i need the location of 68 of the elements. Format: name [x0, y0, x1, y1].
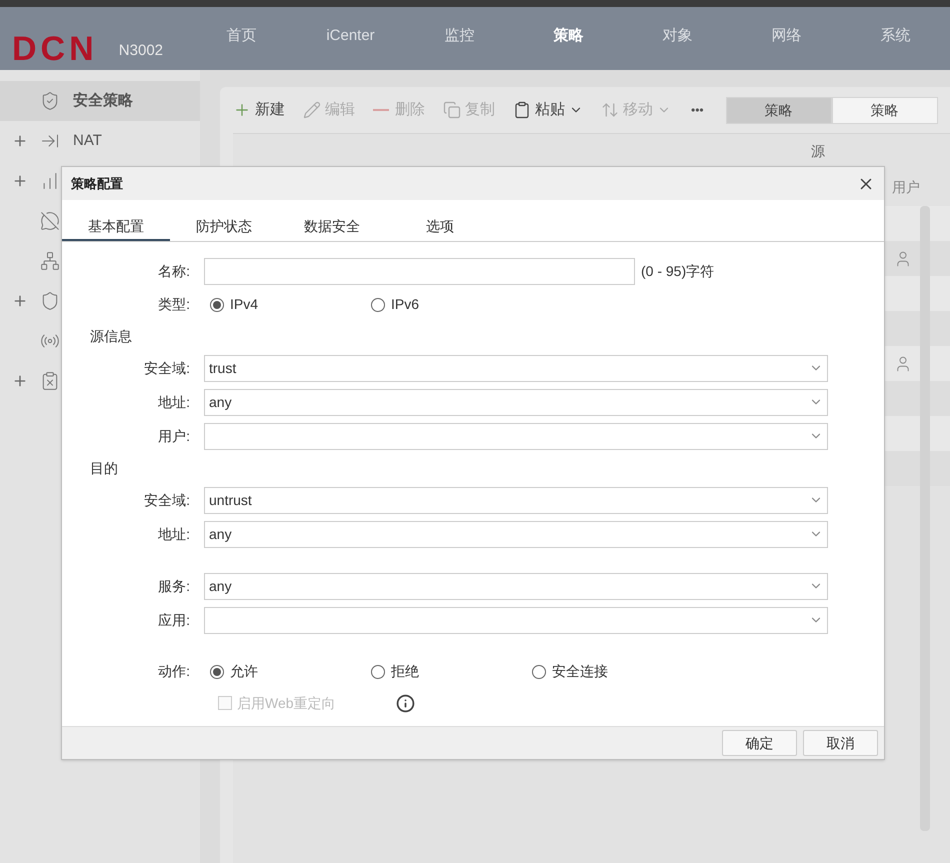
field-label: 用户:: [157, 426, 191, 446]
column-group-header: 源: [811, 142, 825, 160]
column-header: 用户: [892, 178, 920, 196]
select-field[interactable]: trust: [204, 354, 828, 382]
select-field[interactable]: [204, 606, 828, 634]
name-field[interactable]: [204, 258, 635, 284]
field-label: 服务:: [157, 576, 191, 596]
shield-icon: [40, 91, 60, 111]
radio-button[interactable]: [371, 664, 385, 678]
expand-icon[interactable]: [12, 293, 28, 309]
field-label: 地址:: [157, 392, 191, 412]
network-icon: [40, 251, 60, 271]
select-field[interactable]: any: [204, 388, 828, 416]
field-label: 应用:: [157, 610, 191, 630]
radio-button[interactable]: [532, 664, 546, 678]
dialog-button[interactable]: 确定: [722, 730, 797, 756]
shield-icon: [40, 291, 60, 311]
dialog-tab[interactable]: 防护状态: [170, 213, 278, 241]
radio-label: 拒绝: [391, 662, 419, 681]
select-field[interactable]: any: [204, 520, 828, 548]
radio-button[interactable]: [210, 298, 224, 312]
toolbar-button[interactable]: 粘贴: [513, 98, 583, 122]
field-label: 动作:: [157, 662, 191, 681]
nav-tab[interactable]: 策略: [514, 25, 623, 48]
clipboard-icon: [40, 371, 60, 391]
dialog-tab[interactable]: 基本配置: [62, 213, 170, 241]
model-name: N3002: [118, 41, 163, 62]
select-field[interactable]: untrust: [204, 486, 828, 514]
sidebar-label: NAT: [73, 130, 102, 151]
dialog-title: 策略配置: [71, 174, 123, 193]
sidebar-item[interactable]: NAT: [0, 121, 200, 161]
radio-label: IPv4: [230, 295, 258, 314]
expand-icon[interactable]: [12, 133, 28, 149]
copy-icon: [443, 101, 461, 119]
select-field[interactable]: [204, 422, 828, 450]
logo: DCN: [12, 32, 99, 66]
speech-bubble-icon: [40, 211, 60, 231]
field-label: 类型:: [157, 295, 191, 314]
sidebar-item[interactable]: 安全策略: [0, 81, 200, 121]
clipboard-icon: [513, 101, 531, 119]
more-button[interactable]: •••: [691, 101, 704, 119]
plus-icon: [233, 101, 251, 119]
expand-icon[interactable]: [12, 173, 28, 189]
dialog-button[interactable]: 取消: [803, 730, 878, 756]
checkbox-label: 启用Web重定向: [237, 694, 337, 712]
sort-icon: [601, 101, 619, 119]
view-tab[interactable]: 策略: [832, 96, 938, 124]
field-label: 名称:: [157, 262, 191, 280]
radio-button[interactable]: [371, 298, 385, 312]
expand-icon[interactable]: [12, 373, 28, 389]
pencil-icon: [303, 101, 321, 119]
field-label: 安全域:: [143, 490, 191, 510]
section-heading: 源信息: [90, 326, 132, 346]
radio-button[interactable]: [210, 664, 224, 678]
dialog-tab[interactable]: 数据安全: [278, 213, 386, 241]
radio-label: IPv6: [391, 295, 420, 314]
field-label: 地址:: [157, 524, 191, 544]
radio-label: 安全连接: [552, 662, 608, 681]
radio-label: 允许: [230, 662, 258, 681]
view-tab[interactable]: 策略: [726, 96, 832, 124]
dialog-tab[interactable]: 选项: [386, 213, 494, 241]
select-field[interactable]: any: [204, 572, 828, 600]
toolbar-button[interactable]: 新建: [233, 98, 285, 122]
minus-icon: [373, 109, 389, 111]
section-heading: 目的: [90, 458, 118, 478]
sidebar-label: 安全策略: [73, 90, 133, 111]
length-hint: (0 - 95)字符: [641, 262, 714, 281]
field-label: 安全域:: [143, 358, 191, 378]
